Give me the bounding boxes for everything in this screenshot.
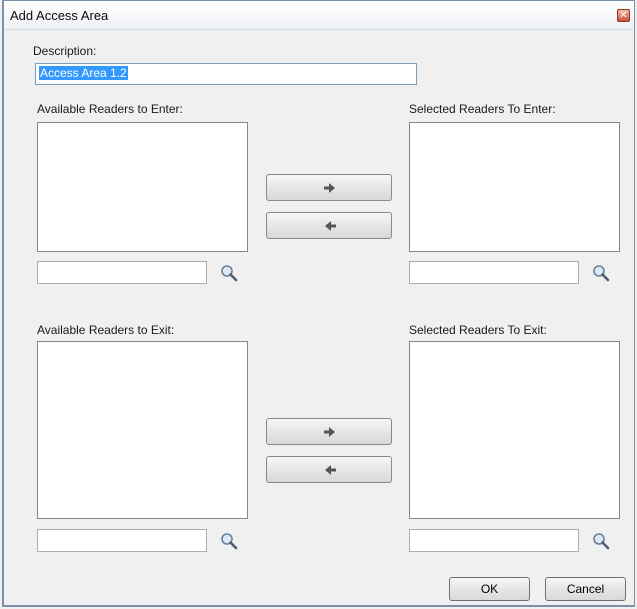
arrow-left-icon: [325, 465, 336, 475]
description-label: Description:: [33, 44, 97, 58]
search-icon[interactable]: [592, 264, 610, 282]
arrow-left-icon: [325, 221, 336, 231]
add-exit-reader-button[interactable]: [266, 418, 392, 445]
selected-readers-exit-search-input[interactable]: [409, 529, 579, 552]
cancel-button[interactable]: Cancel: [545, 577, 626, 601]
arrow-right-icon: [324, 427, 335, 437]
selected-readers-exit-list[interactable]: [409, 341, 620, 519]
available-readers-enter-search-input[interactable]: [37, 261, 207, 284]
remove-enter-reader-button[interactable]: [266, 212, 392, 239]
selected-readers-enter-search-input[interactable]: [409, 261, 579, 284]
selected-readers-enter-label: Selected Readers To Enter:: [409, 102, 556, 116]
title-bar[interactable]: Add Access Area ✕: [4, 1, 634, 30]
add-access-area-dialog: Add Access Area ✕ Description: Access Ar…: [2, 0, 635, 607]
ok-button[interactable]: OK: [449, 577, 530, 601]
description-value: Access Area 1.2: [39, 66, 128, 80]
add-enter-reader-button[interactable]: [266, 174, 392, 201]
selected-readers-enter-list[interactable]: [409, 122, 620, 252]
available-readers-enter-list[interactable]: [37, 122, 248, 252]
available-readers-exit-label: Available Readers to Exit:: [37, 323, 175, 337]
search-icon[interactable]: [592, 532, 610, 550]
search-icon[interactable]: [220, 264, 238, 282]
arrow-right-icon: [324, 183, 335, 193]
selected-readers-exit-label: Selected Readers To Exit:: [409, 323, 547, 337]
available-readers-exit-list[interactable]: [37, 341, 248, 519]
window-title: Add Access Area: [10, 8, 109, 23]
available-readers-enter-label: Available Readers to Enter:: [37, 102, 183, 116]
description-input[interactable]: Access Area 1.2: [35, 63, 417, 85]
remove-exit-reader-button[interactable]: [266, 456, 392, 483]
close-icon[interactable]: ✕: [617, 9, 630, 22]
search-icon[interactable]: [220, 532, 238, 550]
available-readers-exit-search-input[interactable]: [37, 529, 207, 552]
